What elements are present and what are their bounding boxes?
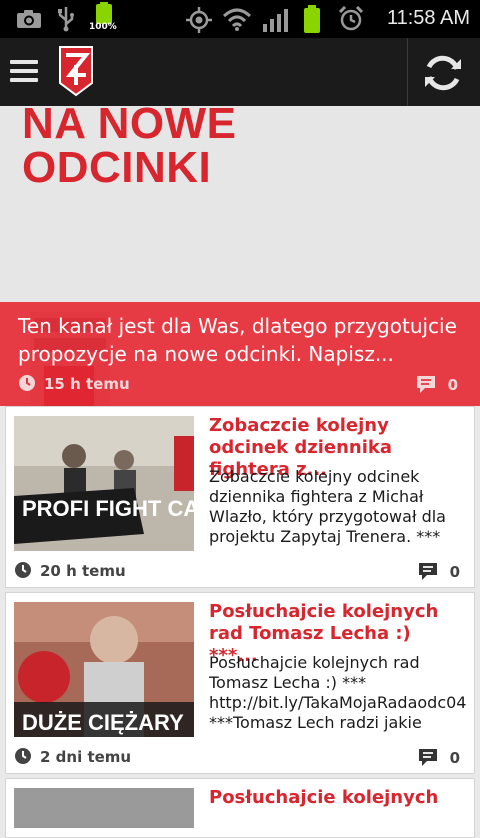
post-meta: 20 h temu 0 <box>14 561 460 581</box>
gps-icon <box>186 7 212 33</box>
usb-icon <box>58 7 74 32</box>
featured-post[interactable]: NA NOWE ODCINKI Ten kanał jest dla Was, … <box>0 106 480 406</box>
post-comments[interactable]: 0 <box>418 747 460 767</box>
alarm-icon <box>338 6 364 31</box>
list-item[interactable]: DUŻE CIĘŻARY Posłuchajcie kolejnych rad … <box>5 592 475 774</box>
post-thumbnail <box>14 788 194 828</box>
battery-icon <box>304 5 320 33</box>
status-bar: 100% 11:58 AM <box>0 0 480 38</box>
comment-icon <box>416 376 435 393</box>
battery-charging-icon <box>96 2 112 24</box>
hero-banner-text: NA NOWE ODCINKI <box>22 106 237 192</box>
clock-time: 11:58 AM <box>386 7 470 29</box>
post-thumbnail: PROFI FIGHT CAMP <box>14 416 194 551</box>
clock-icon <box>15 562 31 578</box>
post-excerpt: Zobaczcie kolejny odcinek dziennika figh… <box>209 467 446 546</box>
zapytaj-trenera-logo[interactable] <box>58 45 94 97</box>
hero-time: 15 h temu <box>18 374 130 393</box>
battery-percent: 100% <box>89 22 117 32</box>
refresh-icon[interactable] <box>421 51 465 95</box>
post-meta: 2 dni temu 0 <box>14 747 460 767</box>
list-item[interactable]: PROFI FIGHT CAMP Zobaczcie kolejny odcin… <box>5 406 475 588</box>
clock-icon <box>19 375 35 391</box>
wifi-icon <box>222 8 252 31</box>
menu-button[interactable] <box>10 60 38 84</box>
post-comments[interactable]: 0 <box>418 561 460 581</box>
post-thumbnail: DUŻE CIĘŻARY <box>14 602 194 737</box>
hero-meta: 15 h temu 0 <box>18 374 458 394</box>
hero-title: Ten kanał jest dla Was, dlatego przygotu… <box>18 314 457 366</box>
comment-icon <box>418 563 437 580</box>
hero-caption: Ten kanał jest dla Was, dlatego przygotu… <box>0 302 480 406</box>
post-title[interactable]: Posłuchajcie kolejnych <box>209 787 464 809</box>
thumbnail-caption: PROFI FIGHT CAMP <box>22 496 194 521</box>
list-item[interactable]: Posłuchajcie kolejnych <box>5 778 475 838</box>
app-bar-divider <box>407 38 408 106</box>
post-time: 2 dni temu <box>14 747 131 766</box>
camera-icon <box>17 10 41 28</box>
hero-comments[interactable]: 0 <box>416 374 458 394</box>
comment-icon <box>418 749 437 766</box>
post-time: 20 h temu <box>14 561 126 580</box>
app-bar <box>0 38 480 106</box>
clock-icon <box>15 748 31 764</box>
thumbnail-caption: DUŻE CIĘŻARY <box>22 710 184 735</box>
signal-icon <box>263 9 288 32</box>
post-excerpt: Posłuchajcie kolejnych rad Tomasz Lecha … <box>209 653 467 732</box>
